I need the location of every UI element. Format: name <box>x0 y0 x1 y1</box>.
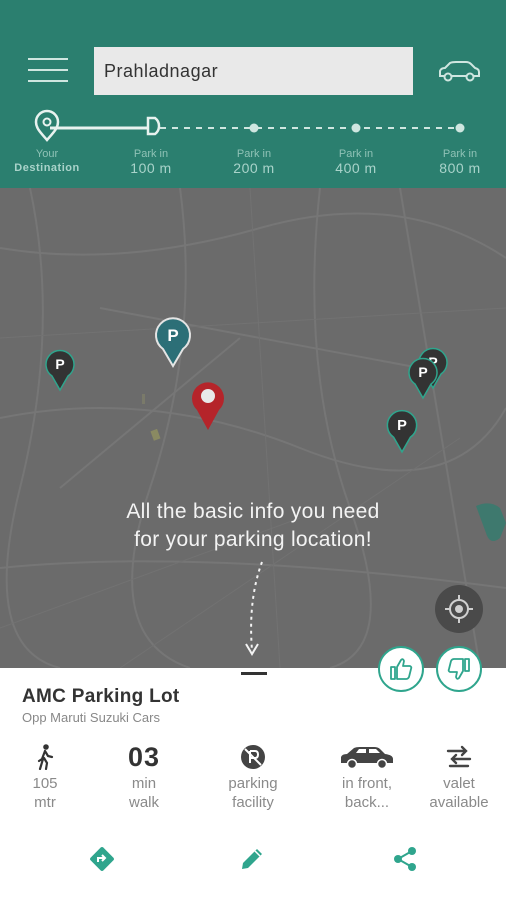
thumbs-up-icon <box>390 658 413 680</box>
stop-line2: 400 m <box>335 160 377 176</box>
share-icon[interactable] <box>390 844 420 874</box>
no-parking-facility-icon <box>241 745 265 769</box>
stop-line1: Your <box>35 148 59 160</box>
distance-stop-200m[interactable]: Park in 200 m <box>214 108 294 176</box>
parking-lot-name: AMC Parking Lot <box>22 686 180 707</box>
header-bar: Your Destination Park in 100 m Park in 2… <box>0 0 506 188</box>
caption-line-1: All the basic info you need <box>126 500 380 523</box>
dotted-arrow <box>245 561 263 656</box>
svg-text:P: P <box>397 418 407 434</box>
parking-facility-info: parking facility <box>208 740 298 812</box>
svg-text:P: P <box>167 326 178 345</box>
distance-unit: mtr <box>34 794 56 811</box>
distance-info: 105 mtr <box>0 740 90 812</box>
position-line2: back... <box>344 794 390 811</box>
svg-text:P: P <box>55 356 64 372</box>
parking-pin[interactable]: P <box>44 348 76 392</box>
edit-icon[interactable] <box>237 844 267 874</box>
walk-time-info: 03 min walk <box>99 740 189 812</box>
sheet-drag-handle[interactable] <box>241 672 267 675</box>
distance-stop-destination[interactable]: Your Destination <box>7 108 87 176</box>
valet-line2: available <box>429 794 489 811</box>
thumbs-down-icon <box>447 658 470 680</box>
crosshair-icon <box>445 595 473 623</box>
parking-position-info: in front, back... <box>322 740 412 812</box>
walk-minutes: 03 <box>127 742 161 772</box>
distance-stop-100m[interactable]: Park in 100 m <box>111 108 191 176</box>
stop-line2: Destination <box>14 162 80 174</box>
svg-text:P: P <box>418 364 427 380</box>
stop-line2: 200 m <box>233 160 275 176</box>
menu-icon[interactable] <box>28 56 68 86</box>
stop-line2: 800 m <box>439 160 481 176</box>
distance-stop-400m[interactable]: Park in 400 m <box>316 108 396 176</box>
destination-pin[interactable] <box>189 378 227 432</box>
map-caption: All the basic info you need for your par… <box>0 498 506 554</box>
facility-line2: facility <box>232 794 274 811</box>
distance-stop-800m[interactable]: Park in 800 m <box>420 108 500 176</box>
map-view[interactable]: P P P P P All the basic info you need fo… <box>0 188 506 668</box>
distance-value: 105 <box>32 775 58 792</box>
parking-lot-address: Opp Maruti Suzuki Cars <box>22 710 160 725</box>
position-line1: in front, <box>341 775 393 792</box>
my-location-button[interactable] <box>435 585 483 633</box>
thumbs-up-button[interactable] <box>378 646 424 692</box>
distance-selector: Your Destination Park in 100 m Park in 2… <box>0 108 506 188</box>
walk-label: walk <box>128 794 159 811</box>
valet-line1: valet <box>443 775 475 792</box>
walking-icon <box>37 744 54 770</box>
walk-unit: min <box>131 775 157 792</box>
valet-info: valet available <box>414 740 504 812</box>
search-input[interactable] <box>94 47 413 95</box>
parking-pin[interactable]: P <box>406 356 440 400</box>
parking-pin-highlighted[interactable]: P <box>154 316 192 368</box>
caption-line-2: for your parking location! <box>134 528 372 551</box>
valet-icon <box>446 745 472 768</box>
parking-details-sheet: AMC Parking Lot Opp Maruti Suzuki Cars 1… <box>0 646 506 900</box>
directions-icon[interactable] <box>87 844 117 874</box>
facility-line1: parking <box>228 775 278 792</box>
car-icon <box>341 747 393 769</box>
parking-pin[interactable]: P <box>385 408 419 454</box>
car-mode-icon[interactable] <box>436 58 482 84</box>
thumbs-down-button[interactable] <box>436 646 482 692</box>
stop-line2: 100 m <box>130 160 172 176</box>
